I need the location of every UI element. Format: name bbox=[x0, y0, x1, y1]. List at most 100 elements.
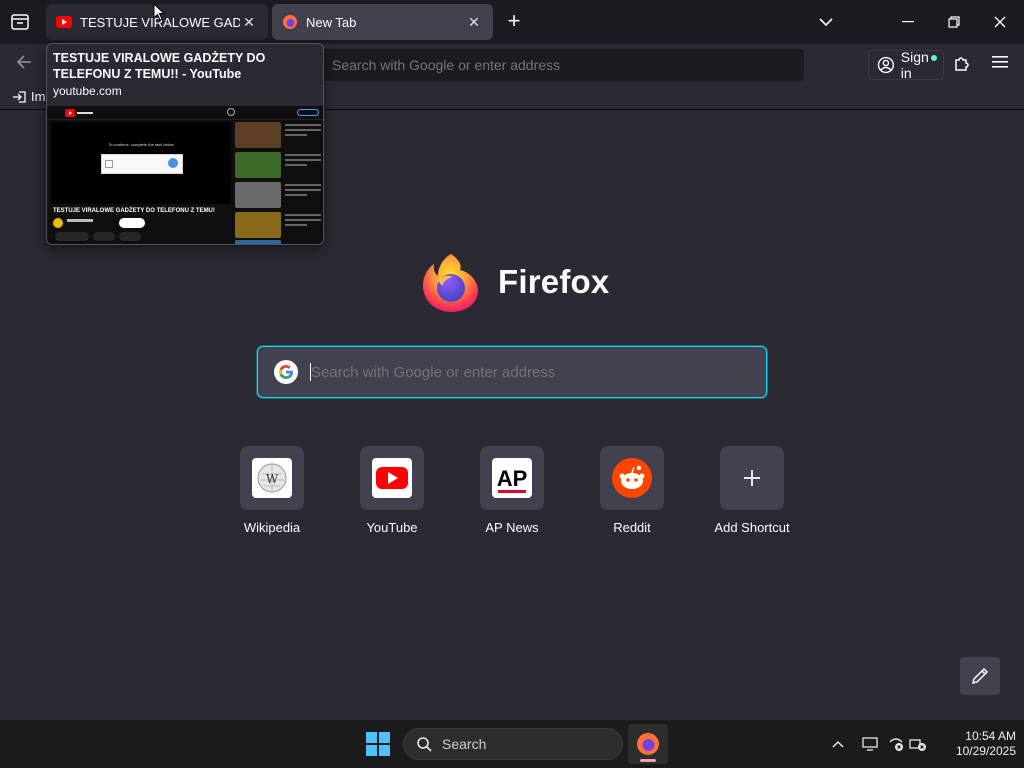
volume-tray-button[interactable] bbox=[908, 734, 928, 754]
extensions-button[interactable] bbox=[952, 53, 976, 77]
thumb-captcha bbox=[101, 154, 183, 174]
thumb-video-title: TESTUJE VIRALOWE GADŻETY DO TELEFONU Z T… bbox=[53, 208, 215, 214]
preview-thumbnail: To continue, complete the task below TES… bbox=[47, 106, 323, 244]
thumb-recommended-video bbox=[235, 122, 281, 148]
youtube-icon bbox=[372, 458, 412, 498]
shortcut-tile: W bbox=[240, 446, 304, 510]
back-arrow-icon bbox=[16, 55, 31, 69]
thumb-sign-in-icon bbox=[297, 109, 319, 116]
youtube-logo-icon bbox=[65, 109, 93, 117]
thumb-rec-text bbox=[285, 124, 321, 144]
account-icon bbox=[877, 56, 894, 74]
firefox-logo-icon bbox=[423, 254, 478, 312]
restore-icon bbox=[948, 16, 960, 28]
shortcut-reddit[interactable]: Reddit bbox=[582, 446, 682, 535]
thumb-player: To continue, complete the task below bbox=[51, 122, 231, 204]
list-all-tabs-button[interactable] bbox=[812, 8, 840, 36]
taskbar-search-label: Search bbox=[442, 736, 487, 752]
plus-icon bbox=[744, 470, 760, 486]
youtube-favicon-icon bbox=[56, 16, 72, 28]
preview-title: TESTUJE VIRALOWE GADŻETY DO TELEFONU Z T… bbox=[53, 51, 266, 81]
firefox-app-icon bbox=[637, 733, 659, 755]
thumb-subscribe-button bbox=[119, 218, 145, 228]
svg-text:AP: AP bbox=[497, 466, 528, 491]
import-icon bbox=[13, 90, 26, 103]
firefox-favicon-icon bbox=[283, 15, 297, 29]
minimize-button[interactable] bbox=[894, 8, 922, 36]
thumb-rec-text bbox=[285, 154, 321, 174]
taskbar-firefox-app[interactable] bbox=[628, 724, 668, 764]
new-tab-button[interactable]: + bbox=[502, 10, 526, 34]
firefox-view-button[interactable] bbox=[8, 10, 32, 34]
newtab-search-input[interactable] bbox=[311, 363, 741, 381]
back-button[interactable] bbox=[12, 53, 36, 77]
chevron-down-icon bbox=[819, 18, 833, 27]
shortcut-label: Reddit bbox=[613, 520, 651, 535]
mouse-cursor-icon bbox=[153, 3, 165, 21]
shortcut-label: YouTube bbox=[366, 520, 418, 535]
shortcut-ap-news[interactable]: AP AP News bbox=[462, 446, 562, 535]
network-tray-button[interactable] bbox=[886, 734, 906, 754]
newtab-search-box[interactable] bbox=[257, 346, 767, 398]
search-icon bbox=[417, 737, 432, 752]
start-button[interactable] bbox=[366, 732, 390, 756]
thumb-youtube-header bbox=[47, 106, 323, 120]
wikipedia-icon: W bbox=[252, 458, 292, 498]
volume-muted-icon bbox=[909, 739, 926, 751]
thumb-rec-text bbox=[285, 184, 321, 204]
close-tab-button[interactable]: ✕ bbox=[240, 13, 258, 31]
import-bookmarks-button[interactable]: Im bbox=[12, 89, 45, 104]
system-clock[interactable]: 10:54 AM 10/29/2025 bbox=[936, 729, 1016, 759]
display-tray-button[interactable] bbox=[860, 734, 880, 754]
shortcut-tile bbox=[600, 446, 664, 510]
pencil-icon bbox=[971, 667, 989, 685]
puzzle-icon bbox=[955, 57, 969, 71]
clock-time: 10:54 AM bbox=[965, 729, 1016, 743]
svg-text:W: W bbox=[266, 472, 279, 486]
restore-button[interactable] bbox=[940, 8, 968, 36]
thumb-channel-avatar bbox=[53, 218, 63, 228]
taskbar-search[interactable]: Search bbox=[403, 728, 623, 760]
tab-hover-preview: TESTUJE VIRALOWE GADŻETY DO TELEFONU Z T… bbox=[46, 43, 324, 245]
clock-date: 10/29/2025 bbox=[955, 744, 1016, 758]
windows-taskbar: Search 10:54 AM 10/29/2025 bbox=[0, 720, 1024, 768]
import-label: Im bbox=[31, 89, 46, 104]
tab-label: New Tab bbox=[306, 14, 357, 30]
thumb-channel-name bbox=[67, 219, 93, 222]
shortcut-tile bbox=[720, 446, 784, 510]
firefox-brand: Firefox bbox=[420, 250, 609, 314]
thumb-search-icon bbox=[227, 108, 235, 116]
preview-url: youtube.com bbox=[53, 84, 122, 98]
thumb-share-button bbox=[93, 232, 115, 241]
reddit-icon bbox=[612, 458, 652, 498]
ap-news-icon: AP bbox=[492, 458, 532, 498]
firefox-view-icon bbox=[11, 14, 29, 30]
thumb-rec-text bbox=[285, 214, 321, 234]
app-menu-button[interactable] bbox=[988, 53, 1012, 77]
shortcut-label: AP News bbox=[485, 520, 539, 535]
shortcut-wikipedia[interactable]: W Wikipedia bbox=[222, 446, 322, 535]
notification-dot bbox=[931, 55, 937, 61]
thumb-recommended-video bbox=[235, 182, 281, 208]
close-tab-button[interactable]: ✕ bbox=[465, 13, 483, 31]
thumb-message: To continue, complete the task below bbox=[108, 142, 174, 147]
shortcut-youtube[interactable]: YouTube bbox=[342, 446, 442, 535]
display-icon bbox=[862, 737, 878, 751]
url-bar[interactable] bbox=[322, 49, 804, 81]
add-shortcut-button[interactable]: Add Shortcut bbox=[702, 446, 802, 535]
url-input[interactable] bbox=[322, 49, 804, 81]
close-window-button[interactable] bbox=[986, 8, 1014, 36]
windows-logo-icon bbox=[366, 732, 377, 743]
customize-button[interactable] bbox=[960, 657, 1000, 695]
network-disconnected-icon bbox=[889, 738, 903, 751]
thumb-recommended-video bbox=[235, 240, 281, 244]
tab-new-tab[interactable]: New Tab ✕ bbox=[272, 4, 493, 40]
show-hidden-icons-button[interactable] bbox=[828, 734, 848, 754]
shortcut-tile: AP bbox=[480, 446, 544, 510]
chevron-up-icon bbox=[832, 740, 844, 748]
thumb-recommended-video bbox=[235, 152, 281, 178]
close-icon bbox=[994, 16, 1006, 28]
sign-in-button[interactable]: Sign in bbox=[868, 49, 944, 81]
google-icon bbox=[274, 360, 298, 384]
thumb-recommended-video bbox=[235, 212, 281, 238]
